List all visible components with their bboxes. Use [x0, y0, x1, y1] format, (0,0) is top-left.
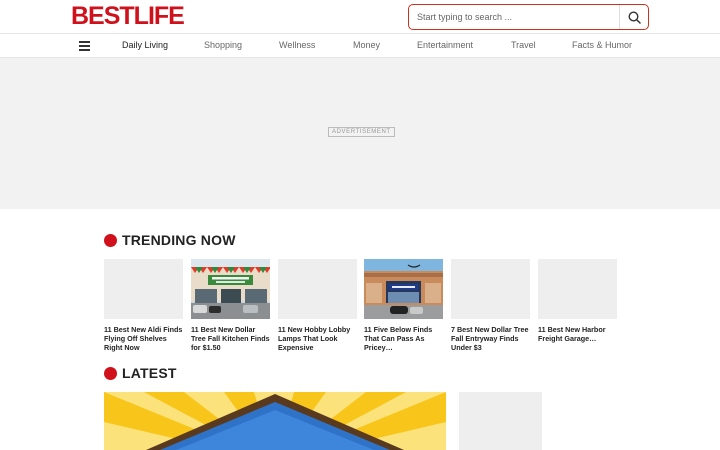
- card-caption[interactable]: 11 New Hobby Lobby Lamps That Look Expen…: [278, 325, 357, 353]
- red-dot-icon: [104, 233, 117, 247]
- main-nav: Daily Living Shopping Wellness Money Ent…: [0, 33, 720, 58]
- advertisement-area[interactable]: ADVERTISEMENT: [0, 58, 720, 209]
- trending-card[interactable]: 11 Best New Aldi Finds Flying Off Shelve…: [104, 259, 183, 353]
- card-caption[interactable]: 11 Five Below Finds That Can Pass As Pri…: [364, 325, 443, 353]
- trending-card[interactable]: 11 Best New Harbor Freight Garage…: [538, 259, 617, 343]
- card-caption[interactable]: 11 Best New Aldi Finds Flying Off Shelve…: [104, 325, 183, 353]
- card-thumbnail[interactable]: [278, 259, 357, 319]
- search-button[interactable]: [619, 5, 648, 29]
- five-below-storefront-image[interactable]: [364, 259, 443, 319]
- nav-item-money[interactable]: Money: [353, 40, 380, 50]
- nav-item-shopping[interactable]: Shopping: [204, 40, 242, 50]
- trending-card[interactable]: 11 New Hobby Lobby Lamps That Look Expen…: [278, 259, 357, 353]
- nav-item-wellness[interactable]: Wellness: [279, 40, 315, 50]
- search-icon: [627, 10, 641, 24]
- nav-item-daily-living[interactable]: Daily Living: [122, 40, 168, 50]
- latest-hero-image[interactable]: [104, 392, 446, 450]
- site-header: BESTLIFE: [0, 0, 720, 33]
- latest-side-thumbnail[interactable]: [459, 392, 542, 450]
- search-input[interactable]: [409, 5, 621, 29]
- nav-item-travel[interactable]: Travel: [511, 40, 536, 50]
- card-thumbnail[interactable]: [104, 259, 183, 319]
- trending-now-heading: TRENDING NOW: [104, 232, 236, 248]
- trending-card[interactable]: 7 Best New Dollar Tree Fall Entryway Fin…: [451, 259, 530, 353]
- latest-heading: LATEST: [104, 365, 177, 381]
- latest-title: LATEST: [122, 365, 177, 381]
- trending-now-title: TRENDING NOW: [122, 232, 236, 248]
- trending-card[interactable]: 11 Best New Dollar Tree Fall Kitchen Fin…: [191, 259, 270, 353]
- card-caption[interactable]: 7 Best New Dollar Tree Fall Entryway Fin…: [451, 325, 530, 353]
- nav-item-facts-humor[interactable]: Facts & Humor: [572, 40, 632, 50]
- bestlife-logo[interactable]: BESTLIFE: [71, 3, 185, 29]
- card-caption[interactable]: 11 Best New Dollar Tree Fall Kitchen Fin…: [191, 325, 270, 353]
- red-dot-icon: [104, 366, 117, 380]
- card-thumbnail[interactable]: [538, 259, 617, 319]
- nav-item-entertainment[interactable]: Entertainment: [417, 40, 473, 50]
- card-thumbnail[interactable]: [451, 259, 530, 319]
- hamburger-menu-icon[interactable]: [79, 41, 90, 51]
- search-box: [408, 4, 649, 30]
- advertisement-label: ADVERTISEMENT: [328, 127, 395, 137]
- dollar-tree-storefront-image[interactable]: [191, 259, 270, 319]
- trending-card[interactable]: 11 Five Below Finds That Can Pass As Pri…: [364, 259, 443, 353]
- card-caption[interactable]: 11 Best New Harbor Freight Garage…: [538, 325, 617, 343]
